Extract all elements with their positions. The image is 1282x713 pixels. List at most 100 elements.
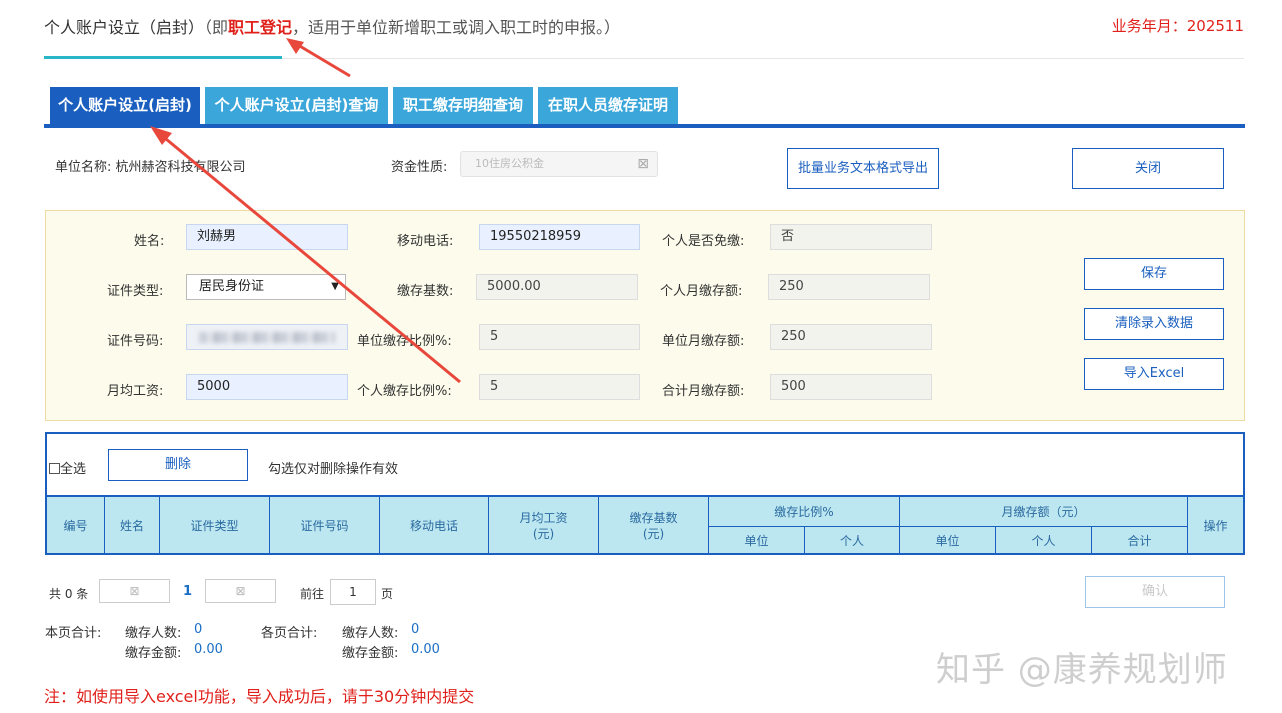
- col-salary: 月均工资 (元): [489, 497, 599, 555]
- select-all-label: 全选: [60, 462, 87, 477]
- name-input[interactable]: 刘赫男: [186, 224, 348, 250]
- total-count: 共 0 条: [49, 587, 89, 601]
- delete-hint: 勾选仅对删除操作有效: [268, 462, 399, 477]
- col-id-number: 证件号码: [270, 497, 380, 555]
- goto-label: 前往: [300, 587, 325, 601]
- all-total-label: 各页合计:: [261, 626, 318, 641]
- all-amount-label: 缴存金额:: [342, 646, 399, 661]
- exempt-field: 否: [770, 224, 932, 250]
- page-count-label: 缴存人数:: [125, 626, 182, 641]
- page-title-rest: ，适用于单位新增职工或调入职工时的申报。）: [292, 18, 621, 37]
- tab-deposit-detail-query[interactable]: 职工缴存明细查询: [393, 87, 533, 124]
- col-ratio-personal: 个人: [805, 527, 900, 555]
- next-icon: ⊠: [235, 584, 246, 598]
- base-field: 5000.00: [476, 274, 638, 300]
- col-phone: 移动电话: [380, 497, 489, 555]
- col-salary-unit: (元): [532, 527, 555, 541]
- prev-icon: ⊠: [129, 584, 140, 598]
- chevron-down-icon: ▼: [331, 281, 339, 292]
- close-button[interactable]: 关闭: [1072, 148, 1224, 189]
- salary-input[interactable]: 5000: [186, 374, 348, 400]
- unit-name: 单位名称: 杭州赫咨科技有限公司: [55, 156, 246, 175]
- watermark: 知乎 @康养规划师: [936, 650, 1228, 690]
- personal-monthly-field: 250: [768, 274, 930, 300]
- page-title: 个人账户设立（启封）（即职工登记，适用于单位新增职工或调入职工时的申报。）: [44, 14, 620, 38]
- page-title-paren: （即: [204, 18, 229, 37]
- import-excel-button[interactable]: 导入Excel: [1084, 358, 1224, 390]
- total-monthly-label: 合计月缴存额:: [662, 384, 745, 399]
- page-total-label: 本页合计:: [45, 626, 102, 641]
- phone-input[interactable]: 19550218959: [479, 224, 640, 250]
- all-count-label: 缴存人数:: [342, 626, 399, 641]
- arrowhead-title-icon: [286, 38, 304, 54]
- arrow-to-title-icon: [292, 40, 351, 78]
- tab-underline: [44, 124, 1245, 128]
- exempt-label: 个人是否免缴:: [662, 234, 745, 249]
- name-label: 姓名:: [134, 234, 165, 249]
- id-number-input[interactable]: [186, 324, 348, 350]
- arrowhead-tab-icon: [150, 126, 172, 145]
- tab-account-open[interactable]: 个人账户设立(启封): [50, 87, 200, 124]
- clear-icon: ⊠: [637, 156, 649, 172]
- header-accent-bar: [44, 56, 282, 59]
- confirm-button[interactable]: 确认: [1085, 576, 1225, 608]
- id-type-select[interactable]: 居民身份证 ▼: [186, 274, 346, 300]
- salary-label: 月均工资:: [107, 384, 164, 399]
- current-page[interactable]: 1: [183, 584, 192, 599]
- col-action: 操作: [1203, 519, 1228, 533]
- redacted-id-number: [199, 332, 335, 343]
- col-ratio-unit: 单位: [709, 527, 805, 555]
- phone-label: 移动电话:: [397, 234, 454, 249]
- table-header: 编号 姓名 证件类型 证件号码 移动电话 月均工资 (元) 缴存基数 (元) 缴…: [47, 495, 1243, 555]
- tab-deposit-certificate[interactable]: 在职人员缴存证明: [538, 87, 678, 124]
- col-base-label: 缴存基数: [629, 511, 678, 525]
- clear-entry-button[interactable]: 清除录入数据: [1084, 308, 1224, 340]
- page-count-value: 0: [194, 622, 203, 637]
- page-title-highlight: 职工登记: [228, 18, 293, 37]
- tab-account-open-query[interactable]: 个人账户设立(启封)查询: [205, 87, 388, 124]
- col-base: 缴存基数 (元): [599, 497, 709, 555]
- goto-page-input[interactable]: 1: [330, 579, 376, 605]
- unit-monthly-field: 250: [770, 324, 932, 350]
- unit-ratio-field: 5: [479, 324, 640, 350]
- id-number-label: 证件号码:: [107, 334, 164, 349]
- total-monthly-field: 500: [770, 374, 932, 400]
- personal-monthly-label: 个人月缴存额:: [660, 284, 743, 299]
- save-button[interactable]: 保存: [1084, 258, 1224, 290]
- fund-type-value: 10住房公积金: [475, 157, 544, 170]
- col-name: 姓名: [105, 497, 160, 555]
- col-monthly-total: 合计: [1092, 527, 1188, 555]
- next-page-button[interactable]: ⊠: [205, 579, 276, 603]
- personal-ratio-field: 5: [479, 374, 640, 400]
- select-all[interactable]: 全选: [49, 458, 86, 477]
- page-title-main: 个人账户设立（启封）: [44, 18, 205, 37]
- prev-page-button[interactable]: ⊠: [99, 579, 170, 603]
- col-monthly-group: 月缴存额（元）: [900, 497, 1188, 527]
- col-no: 编号: [47, 497, 105, 555]
- fund-type-label: 资金性质:: [391, 160, 448, 175]
- checkbox-icon[interactable]: [49, 463, 60, 474]
- id-type-label: 证件类型:: [107, 284, 164, 299]
- col-ratio-group: 缴存比例%: [709, 497, 900, 527]
- personal-ratio-label: 个人缴存比例%:: [357, 384, 452, 399]
- unit-name-value: 杭州赫咨科技有限公司: [115, 160, 246, 175]
- col-id-type: 证件类型: [160, 497, 270, 555]
- employee-list-table: 全选 删除 勾选仅对删除操作有效 编号 姓名 证件类型 证件号码 移动电话 月均…: [45, 432, 1245, 555]
- fund-type-select[interactable]: 10住房公积金 ⊠: [460, 151, 658, 177]
- col-monthly-unit: 单位: [900, 527, 996, 555]
- unit-name-label: 单位名称:: [55, 160, 112, 175]
- delete-button[interactable]: 删除: [108, 449, 248, 481]
- batch-export-button[interactable]: 批量业务文本格式导出: [787, 148, 939, 189]
- unit-ratio-label: 单位缴存比例%:: [357, 334, 452, 349]
- col-salary-label: 月均工资: [519, 511, 568, 525]
- import-note: 注：如使用导入excel功能，导入成功后，请于30分钟内提交: [44, 687, 475, 706]
- all-count-value: 0: [411, 622, 420, 637]
- col-monthly-personal: 个人: [996, 527, 1092, 555]
- page-amount-label: 缴存金额:: [125, 646, 182, 661]
- id-type-value: 居民身份证: [199, 279, 265, 294]
- page-amount-value: 0.00: [194, 642, 223, 657]
- unit-monthly-label: 单位月缴存额:: [662, 334, 745, 349]
- business-year-label: 业务年月：202511: [1111, 17, 1244, 35]
- col-base-unit: (元): [642, 527, 665, 541]
- base-label: 缴存基数:: [397, 284, 454, 299]
